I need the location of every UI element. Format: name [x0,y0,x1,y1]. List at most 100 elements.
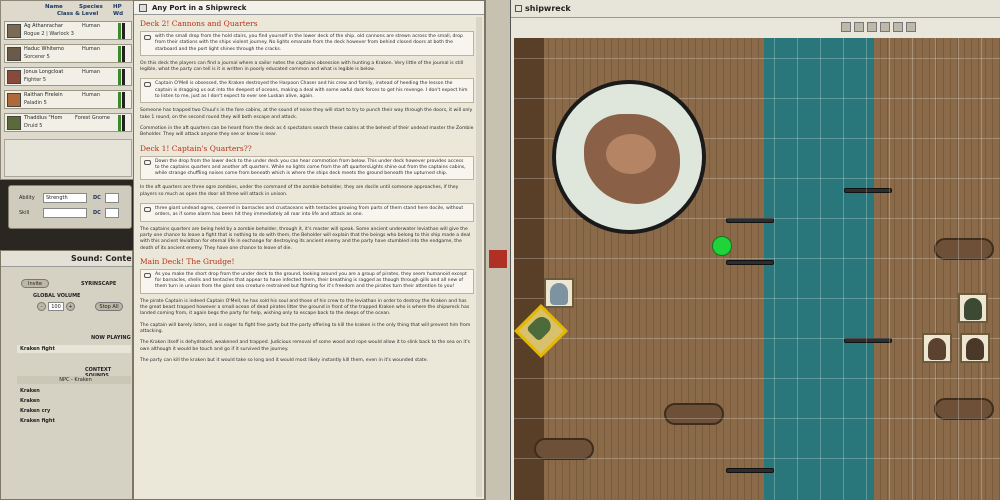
player-token[interactable] [960,333,990,363]
story-title: Any Port in a Shipwreck [134,1,484,15]
party-row[interactable]: Thaddius "Hom Druid 5 Forest Gnome [4,113,132,132]
skill-row: Skill DC [13,208,129,219]
stop-all-button[interactable]: Stop All [95,302,123,311]
battle-map[interactable] [514,38,1000,500]
skill-label: Skill [19,210,30,216]
hp-bars [117,46,127,62]
tool-icon[interactable] [906,22,916,32]
skill-select[interactable] [43,208,87,218]
tool-icon[interactable] [880,22,890,32]
member-species: Human [82,92,101,98]
global-volume-label: GLOBAL VOLUME [33,293,81,299]
hp-bars [117,69,127,85]
portrait [7,70,21,84]
portrait [7,24,21,38]
read-aloud-box: Down the drop from the lower deck to the… [140,155,474,181]
syrinscape-label: SYRINSCAPE [81,281,117,287]
member-name: Thaddius "Hom [24,115,63,121]
volume-down-button[interactable]: - [37,302,46,311]
rowboat [664,403,724,425]
party-row[interactable]: Raithan Firelein Paladin 5 Human [4,90,132,109]
member-species: Human [82,69,101,75]
member-species: Human [82,23,101,29]
dc-input[interactable] [105,193,119,203]
story-scrollbar[interactable] [476,17,482,497]
story-paragraph: On this deck the players can find a jour… [140,60,464,73]
member-species: Human [82,46,101,52]
context-sound-item[interactable]: Kraken cry [17,407,131,415]
ship-hull [514,38,544,500]
read-aloud-box: As you make the short drop from the unde… [140,268,474,294]
story-paragraph: In the aft quarters are three ogre zombi… [140,185,459,197]
story-paragraph: The captains quarters are being held by … [140,226,471,251]
story-paragraph: The captain will barely listen, and is e… [140,322,471,334]
context-sound-item[interactable]: Kraken [17,397,131,405]
story-window: Any Port in a Shipwreck Deck 2! Cannons … [133,0,485,500]
hp-bars [117,115,127,131]
read-aloud-box: Captain O'Mell is obsessed, the Kraken d… [140,78,474,104]
party-row[interactable]: Jonus Longcloat Fighter 5 Human [4,67,132,86]
speech-icon [144,35,151,40]
story-paragraph: The pirate Captain is indeed Captain O'M… [140,298,470,317]
member-class: Rogue 2 | Warlock 3 [24,31,74,37]
green-marker[interactable] [712,236,732,256]
hp-bars [117,23,127,39]
roll-panel: Ability Strength DC Skill DC [8,185,132,229]
rowboat [934,238,994,260]
npc-group: NPC - Kraken [17,376,131,384]
party-row[interactable]: Ag Athanrachar Rogue 2 | Warlock 3 Human [4,21,132,40]
speech-icon [144,272,151,278]
kraken-token[interactable] [552,80,706,234]
link-icon[interactable] [515,5,522,12]
member-class: Druid 5 [24,123,43,129]
story-paragraph: Someone has trapped two Chuul's in the f… [140,108,473,120]
ability-label: Ability [19,195,35,201]
member-class: Fighter 5 [24,77,47,83]
hp-bars [117,92,127,108]
banner-icon [489,250,507,268]
dc-label: DC [93,210,101,216]
read-aloud-box: with the small drop from the hold stairs… [140,31,474,56]
ability-row: Ability Strength DC [13,193,129,204]
player-token[interactable] [544,278,574,308]
header-hp: HP [113,4,122,10]
invite-button[interactable]: Invite [21,279,49,288]
side-strip [485,0,510,500]
tool-icon[interactable] [893,22,903,32]
volume-up-button[interactable]: + [66,302,75,311]
dc-input[interactable] [105,208,119,218]
link-icon[interactable] [139,4,147,12]
player-token[interactable] [958,293,988,323]
member-species: Forest Gnome [75,115,110,121]
portrait [7,93,21,107]
now-playing-item[interactable]: Kraken fight [17,345,131,353]
header-class: Class & Level [57,11,99,17]
header-name: Name [45,4,63,10]
party-footer [4,139,132,177]
section-heading: Main Deck! The Grudge! [140,256,235,266]
speech-icon [144,82,151,88]
section-heading: Deck 1! Captain's Quarters?? [140,143,252,153]
tool-icon[interactable] [854,22,864,32]
section-heading: Deck 2! Cannons and Quarters [140,19,258,28]
player-token[interactable] [922,333,952,363]
volume-input[interactable]: 100 [48,302,64,311]
ability-select[interactable]: Strength [43,193,87,203]
rowboat [934,398,994,420]
context-sound-item[interactable]: Kraken [17,387,131,395]
story-paragraph: The party can kill the kraken but it wou… [140,357,428,363]
member-name: Raithan Firelein [24,92,63,98]
member-name: Haduc Whitemo [24,46,64,52]
cannon [726,468,774,473]
map-title: shipwreck [511,0,1000,18]
tool-icon[interactable] [867,22,877,32]
speech-icon [144,159,151,165]
member-name: Jonus Longcloat [24,69,64,75]
dc-label: DC [93,195,101,201]
party-row[interactable]: Haduc Whitemo Sorcerer 5 Human [4,44,132,63]
member-class: Sorcerer 5 [24,54,50,60]
story-paragraph: The Kraken itself is dehydrated, weakene… [140,340,471,352]
tool-icon[interactable] [841,22,851,32]
cannon [726,260,774,265]
context-sound-item[interactable]: Kraken fight [17,417,131,425]
